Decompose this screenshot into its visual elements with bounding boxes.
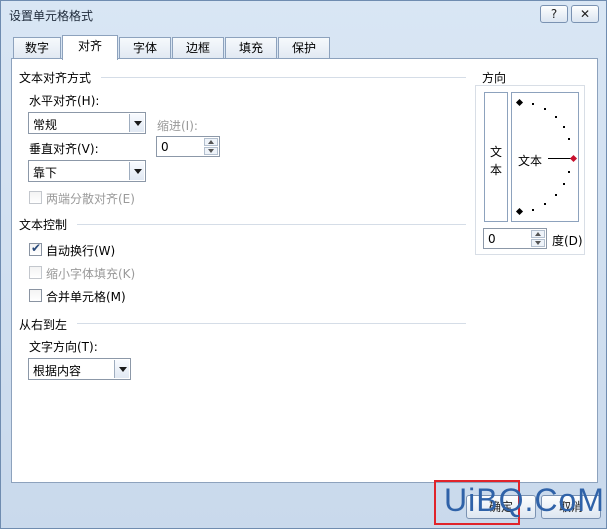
- divider: [101, 77, 466, 78]
- dial-marker[interactable]: [569, 154, 578, 163]
- vertical-align-value: 靠下: [33, 166, 58, 180]
- dial-tick: [563, 183, 565, 185]
- text-alignment-group-title: 文本对齐方式: [19, 71, 92, 85]
- tab-border[interactable]: 边框: [172, 37, 224, 59]
- degrees-label: 度(D): [552, 234, 583, 248]
- tab-protection[interactable]: 保护: [278, 37, 330, 59]
- spin-up-icon[interactable]: [531, 230, 545, 238]
- vertical-align-label: 垂直对齐(V):: [29, 142, 99, 156]
- dial-text: 文本: [518, 154, 543, 168]
- vertical-text-button[interactable]: 文本: [484, 92, 508, 222]
- tab-font[interactable]: 字体: [119, 37, 171, 59]
- dial-tick: [555, 116, 557, 118]
- help-button[interactable]: ?: [540, 5, 568, 23]
- tab-alignment[interactable]: 对齐: [62, 35, 118, 60]
- vertical-align-select[interactable]: 靠下: [28, 160, 146, 182]
- wrap-text-checkbox[interactable]: ✔: [29, 241, 42, 256]
- watermark-logo: UiBQ.CoM: [444, 482, 605, 518]
- dial-tick: [532, 209, 534, 211]
- divider: [77, 323, 466, 324]
- dial-tick: [563, 126, 565, 128]
- dial-tick: [544, 108, 546, 110]
- rtl-group-title: 从右到左: [19, 318, 68, 332]
- indent-spinner[interactable]: 0: [156, 136, 220, 157]
- dialog-title: 设置单元格格式: [9, 9, 94, 23]
- degrees-value: 0: [488, 232, 496, 246]
- divider: [77, 224, 466, 225]
- spin-down-icon[interactable]: [204, 147, 218, 155]
- merge-cells-checkbox[interactable]: [29, 289, 42, 302]
- close-button[interactable]: ✕: [571, 5, 599, 23]
- horizontal-align-select[interactable]: 常规: [28, 112, 146, 134]
- shrink-to-fit-label: 缩小字体填充(K): [46, 267, 136, 281]
- horizontal-align-value: 常规: [33, 118, 58, 132]
- dial-tick-top: [515, 98, 524, 107]
- dial-tick: [568, 138, 570, 140]
- checkmark-icon: ✔: [31, 241, 42, 255]
- indent-label: 缩进(I):: [157, 119, 198, 133]
- chevron-down-icon[interactable]: [129, 114, 144, 132]
- dial-tick: [555, 194, 557, 196]
- vertical-text: 文本: [490, 145, 503, 177]
- degrees-spinner[interactable]: 0: [483, 228, 547, 249]
- text-control-group-title: 文本控制: [19, 218, 68, 232]
- chevron-down-icon[interactable]: [129, 162, 144, 180]
- text-direction-select[interactable]: 根据内容: [28, 358, 131, 380]
- dial-tick: [532, 103, 534, 105]
- text-direction-value: 根据内容: [33, 364, 82, 378]
- chevron-down-icon[interactable]: [114, 360, 129, 378]
- tab-fill[interactable]: 填充: [225, 37, 277, 59]
- text-direction-label: 文字方向(T):: [29, 340, 98, 354]
- orientation-dial[interactable]: 文本: [511, 92, 579, 222]
- dial-needle: [548, 158, 572, 159]
- dial-tick: [544, 203, 546, 205]
- dial-tick: [568, 171, 570, 173]
- dial-tick-bottom: [515, 207, 524, 216]
- title-bar: 设置单元格格式 ? ✕: [1, 1, 606, 29]
- format-cells-dialog: 设置单元格格式 ? ✕ 数字 对齐 字体 边框 填充 保护 文本对齐方式 水平对…: [0, 0, 607, 529]
- indent-value: 0: [161, 140, 169, 154]
- shrink-to-fit-checkbox[interactable]: [29, 266, 42, 279]
- tab-number[interactable]: 数字: [13, 37, 61, 59]
- spin-up-icon[interactable]: [204, 138, 218, 146]
- wrap-text-label: 自动换行(W): [46, 244, 116, 258]
- spin-down-icon[interactable]: [531, 239, 545, 247]
- merge-cells-label: 合并单元格(M): [46, 290, 126, 304]
- justify-distributed-checkbox[interactable]: [29, 191, 42, 204]
- horizontal-align-label: 水平对齐(H):: [29, 94, 100, 108]
- orientation-title: 方向: [482, 71, 507, 85]
- justify-distributed-label: 两端分散对齐(E): [46, 192, 135, 206]
